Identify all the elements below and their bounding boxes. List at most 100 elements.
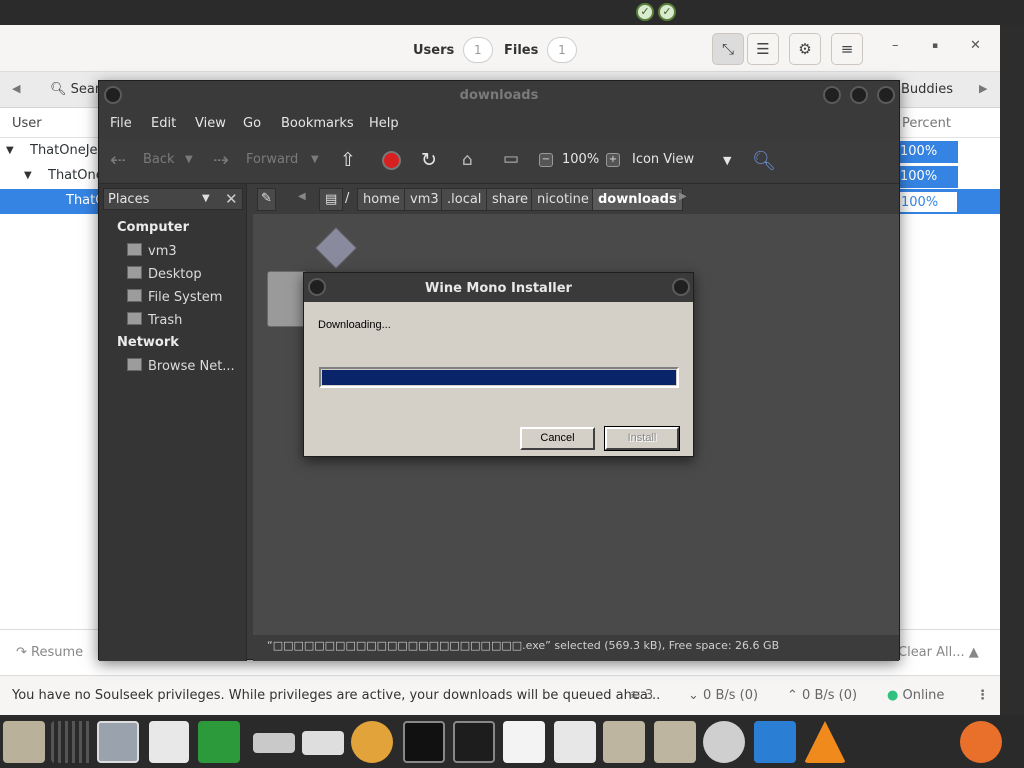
vlc-icon[interactable]	[804, 721, 846, 763]
upload-speed[interactable]: ⌃ 0 B/s (0)	[787, 688, 857, 703]
logout-icon[interactable]	[198, 721, 240, 763]
menu-help[interactable]: Help	[369, 116, 399, 131]
workspace-switcher-icon[interactable]	[51, 721, 93, 763]
folder-launcher-icon[interactable]	[654, 721, 696, 763]
system-tray: ✓ ✓	[636, 3, 676, 21]
install-button[interactable]: Install	[604, 426, 680, 451]
sidebar-item-desktop[interactable]: Desktop	[127, 266, 202, 282]
exe-file-icon[interactable]	[267, 271, 307, 327]
stop-icon[interactable]	[382, 151, 401, 170]
reload-icon[interactable]: ↻	[421, 149, 437, 171]
maximize-icon[interactable]: ▪	[932, 41, 938, 51]
back-button[interactable]: Back	[143, 152, 175, 167]
chevron-down-icon: ▼	[202, 193, 210, 204]
up-arrow-icon[interactable]: ⇧	[340, 149, 356, 171]
menu-bookmarks[interactable]: Bookmarks	[281, 116, 354, 131]
forward-button[interactable]: Forward	[246, 152, 298, 167]
path-scroll-left-icon[interactable]: ◀	[298, 191, 306, 202]
files-tab[interactable]: Files 1	[504, 37, 577, 63]
sidebar-item-browse-network[interactable]: Browse Net...	[127, 358, 235, 374]
sidebar-item-label: vm3	[148, 244, 177, 259]
search-launcher-icon[interactable]	[351, 721, 393, 763]
dialog-titlebar[interactable]: Wine Mono Installer	[304, 273, 693, 302]
sidebar-item-file-system[interactable]: File System	[127, 289, 222, 305]
system-monitor-launcher-icon[interactable]	[97, 721, 139, 763]
forward-history-icon[interactable]: ▼	[311, 154, 319, 165]
view-mode-dropdown-icon[interactable]: ▼	[723, 154, 731, 167]
menu-edit[interactable]: Edit	[151, 116, 176, 131]
path-root[interactable]: /	[345, 191, 349, 206]
online-status[interactable]: ● Online	[887, 688, 944, 703]
home-folder-icon[interactable]: ⌂	[462, 150, 473, 170]
resume-button[interactable]: ↷ Resume	[16, 645, 83, 660]
sidebar-selector-label: Places	[108, 192, 150, 207]
trash-icon	[127, 312, 142, 325]
scroll-right-icon[interactable]: ▶	[979, 82, 987, 95]
vscode-icon[interactable]	[754, 721, 796, 763]
view-mode-select[interactable]: Icon View	[632, 152, 694, 167]
close-icon[interactable]	[672, 278, 690, 296]
list-view-button[interactable]: ☰	[747, 33, 779, 65]
preferences-button[interactable]: ⚙	[789, 33, 821, 65]
close-icon[interactable]: ✕	[970, 38, 981, 53]
file-manager-titlebar[interactable]: downloads	[99, 81, 899, 109]
main-menu-button[interactable]: ≡	[831, 33, 863, 65]
disc-launcher-icon[interactable]	[703, 721, 745, 763]
back-history-icon[interactable]: ▼	[185, 154, 193, 165]
minimize-icon[interactable]	[823, 86, 841, 104]
path-crumb-home[interactable]: home	[357, 188, 406, 211]
user-column-header[interactable]: User	[12, 116, 42, 131]
update-check-icon[interactable]: ✓	[658, 3, 676, 21]
buddies-tab[interactable]: Buddies	[901, 82, 953, 97]
sidebar-selector[interactable]: Places ▼ ✕	[103, 188, 243, 210]
user-cell: ThatOne	[48, 168, 104, 183]
percent-column-header[interactable]: Percent	[902, 116, 951, 131]
terminal-icon[interactable]	[453, 721, 495, 763]
search-icon[interactable]: 🔍︎	[752, 149, 776, 172]
expander-icon[interactable]: ▼	[6, 145, 14, 156]
computer-icon[interactable]: ▭	[503, 149, 519, 169]
root-drive-icon[interactable]: ▤	[319, 188, 344, 211]
users-tab[interactable]: Users 1	[413, 37, 493, 63]
group-by-user-button[interactable]: ⤡	[712, 33, 744, 65]
text-editor-icon[interactable]	[503, 721, 545, 763]
menu-bar: File Edit View Go Bookmarks Help	[99, 109, 899, 139]
search-tab[interactable]: 🔍︎ Sear	[50, 82, 100, 97]
cancel-button[interactable]: Cancel	[520, 427, 595, 450]
zoom-out-icon[interactable]: −	[539, 153, 553, 167]
clear-all-button[interactable]: Clear All... ▲	[898, 645, 979, 660]
scroll-left-icon[interactable]: ◀	[12, 82, 20, 95]
download-speed[interactable]: ⌄ 0 B/s (0)	[688, 688, 758, 703]
path-crumb-share[interactable]: share	[486, 188, 535, 211]
menu-go[interactable]: Go	[243, 116, 261, 131]
firefox-icon[interactable]	[960, 721, 1002, 763]
close-icon[interactable]	[877, 86, 895, 104]
update-check-icon[interactable]: ✓	[636, 3, 654, 21]
phone-launcher-icon[interactable]	[149, 721, 189, 763]
disk-usage-launcher-icon[interactable]	[302, 731, 344, 755]
kebab-menu-icon[interactable]: ⋮	[976, 688, 989, 703]
close-sidebar-icon[interactable]: ✕	[225, 190, 238, 208]
nicotine-header: Users 1 Files 1 ⤡ ☰ ⚙ ≡ – ▪ ✕	[0, 25, 1000, 72]
files-count-badge: 1	[546, 37, 577, 63]
zoom-in-icon[interactable]: +	[606, 153, 620, 167]
chart-app-icon[interactable]	[554, 721, 596, 763]
expander-icon[interactable]: ▼	[24, 170, 32, 181]
path-scroll-right-icon[interactable]: ▶	[679, 191, 687, 202]
sidebar-item-trash[interactable]: Trash	[127, 312, 182, 328]
path-crumb-nicotine[interactable]: nicotine	[531, 188, 595, 211]
path-crumb-downloads[interactable]: downloads	[592, 188, 683, 211]
menu-view[interactable]: View	[195, 116, 226, 131]
sidebar-item-vm3[interactable]: vm3	[127, 243, 177, 259]
edit-location-icon[interactable]: ✎	[257, 188, 276, 211]
menu-file[interactable]: File	[110, 116, 132, 131]
maximize-icon[interactable]	[850, 86, 868, 104]
user-cell: ThatOneJer	[30, 143, 103, 158]
folder-launcher-icon[interactable]	[603, 721, 645, 763]
activity-monitor-icon[interactable]	[403, 721, 445, 763]
minimize-icon[interactable]: –	[892, 38, 899, 53]
path-crumb-vm3[interactable]: vm3	[404, 188, 445, 211]
drive-launcher-icon[interactable]	[253, 733, 295, 753]
path-crumb-local[interactable]: .local	[441, 188, 488, 211]
file-manager-launcher-icon[interactable]	[3, 721, 45, 763]
